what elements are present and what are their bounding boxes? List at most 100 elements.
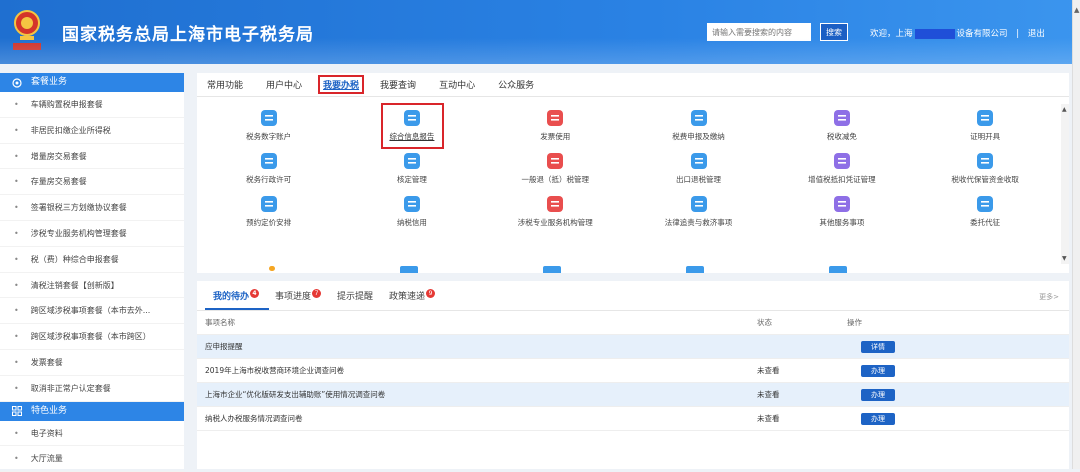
service-item[interactable]: 证明开具 [913, 104, 1056, 147]
sidebar-item[interactable]: 取消非正常户认定套餐 [0, 376, 184, 402]
service-item[interactable]: 发票使用 [484, 104, 627, 147]
tab-reminders[interactable]: 提示提醒 [337, 283, 373, 308]
service-item[interactable]: 税收减免 [770, 104, 913, 147]
item-name: 2019年上海市税收营商环境企业调查问卷 [205, 366, 345, 375]
handle-button[interactable]: 办理 [861, 364, 895, 377]
grid-icon [12, 406, 22, 417]
export-refund-icon [690, 153, 707, 169]
service-label: 税收代保管资金收取 [951, 175, 1019, 184]
tab-policy[interactable]: 政策速递 9 [389, 283, 436, 308]
tab-handle-tax[interactable]: 我要办税 [318, 75, 365, 94]
service-label: 纳税信用 [396, 218, 427, 227]
company-suffix: 设备有限公司 [956, 29, 1008, 39]
sidebar-item[interactable]: 电子资料 [0, 421, 184, 447]
tab-user-center[interactable]: 用户中心 [264, 76, 304, 93]
service-item[interactable]: 预约定价安排 [197, 190, 340, 233]
sidebar-item[interactable]: 车辆购置税申报套餐 [0, 92, 184, 118]
policy-count-badge: 9 [426, 289, 436, 298]
sidebar-item[interactable]: 签署银税三方划缴协议套餐 [0, 195, 184, 221]
service-label: 法律追责与救济事项 [664, 218, 733, 227]
sidebar-section-package[interactable]: 套餐业务 [0, 73, 184, 92]
app-header: 国家税务总局上海市电子税务局 搜索 欢迎，上海 设备有限公司 | 退出 [0, 0, 1080, 64]
column-header-action: 操作 [847, 318, 862, 327]
entrust-icon [977, 196, 994, 212]
service-item[interactable]: 委托代征 [913, 190, 1056, 233]
sidebar-section-label: 特色业务 [31, 405, 68, 416]
tab-label: 政策速递 [389, 292, 426, 302]
more-link[interactable]: 更多> [1039, 292, 1059, 302]
service-item[interactable]: 纳税信用 [340, 190, 483, 233]
top-tabs: 常用功能 用户中心 我要办税 我要查询 互动中心 公众服务 [197, 73, 1069, 97]
sidebar-item[interactable]: 税（费）种综合申报套餐 [0, 247, 184, 273]
service-panel: 常用功能 用户中心 我要办税 我要查询 互动中心 公众服务 税务数字账户 综合信息… [197, 73, 1069, 273]
sidebar-item[interactable]: 清税注销套餐【创新版】 [0, 273, 184, 299]
table-row: 2019年上海市税收营商环境企业调查问卷 未查看 办理 [197, 359, 1069, 383]
search-input[interactable] [707, 23, 811, 41]
column-header-status: 状态 [757, 318, 772, 327]
handle-button[interactable]: 办理 [861, 388, 895, 401]
declare-icon [690, 110, 707, 126]
service-item[interactable]: 出口退税管理 [627, 147, 770, 190]
vat-deduct-icon [833, 153, 850, 169]
search-button[interactable]: 搜索 [820, 23, 848, 41]
custody-icon [977, 153, 994, 169]
legal-icon [690, 196, 707, 212]
service-item[interactable]: 税务行政许可 [197, 147, 340, 190]
service-item[interactable]: 增值税抵扣凭证管理 [770, 147, 913, 190]
service-item[interactable]: 其他服务事项 [770, 190, 913, 233]
account-icon [260, 110, 277, 126]
item-name: 纳税人办税服务情况调查问卷 [205, 414, 303, 423]
scroll-up-icon[interactable]: ▲ [1074, 6, 1079, 14]
pricing-icon [260, 196, 277, 212]
service-label: 涉税专业服务机构管理 [517, 218, 593, 227]
tab-my-todo[interactable]: 我的待办 4 [204, 283, 270, 310]
invoice-icon [547, 110, 564, 126]
detail-button[interactable]: 详情 [861, 340, 895, 353]
service-scrollbar[interactable]: ▲ ▼ [1061, 104, 1069, 264]
refund-icon [547, 153, 564, 169]
scroll-down-icon[interactable]: ▼ [1062, 255, 1067, 262]
sidebar-section-featured[interactable]: 特色业务 [0, 401, 184, 421]
sidebar-item[interactable]: 增量房交易套餐 [0, 144, 184, 170]
highlight-box [381, 103, 444, 149]
tab-public-service[interactable]: 公众服务 [496, 76, 536, 93]
sidebar-item[interactable]: 发票套餐 [0, 350, 184, 376]
logout-link[interactable]: 退出 [1028, 29, 1045, 39]
service-label: 税费申报及缴纳 [672, 132, 725, 141]
service-item[interactable]: 税收代保管资金收取 [913, 147, 1056, 190]
todo-tabs: 我的待办 4 事项进度 7 提示提醒 政策速递 9 更多> [197, 281, 1069, 311]
tab-query[interactable]: 我要查询 [378, 76, 418, 93]
scroll-up-icon[interactable]: ▲ [1062, 106, 1067, 113]
handle-button[interactable]: 办理 [861, 412, 895, 425]
service-label: 税务数字账户 [246, 132, 292, 141]
sidebar-item[interactable]: 跨区域涉税事项套餐（本市跨区） [0, 324, 184, 350]
column-header-name: 事项名称 [205, 318, 235, 327]
service-item[interactable]: 税费申报及缴纳 [627, 104, 770, 147]
service-label: 一般退（抵）税管理 [521, 175, 589, 184]
tax-emblem-logo [13, 10, 41, 50]
tab-progress[interactable]: 事项进度 7 [275, 283, 322, 308]
service-item[interactable]: 税务数字账户 [197, 104, 340, 147]
todo-panel: 我的待办 4 事项进度 7 提示提醒 政策速递 9 更多> 事项名称 状态 操作 应申… [197, 281, 1069, 469]
tab-interaction[interactable]: 互动中心 [437, 76, 477, 93]
other-service-icon [833, 196, 850, 212]
service-item[interactable]: 一般退（抵）税管理 [484, 147, 627, 190]
service-label: 发票使用 [540, 132, 571, 141]
service-label: 委托代征 [970, 218, 1001, 227]
sidebar-item[interactable]: 非居民扣缴企业所得税 [0, 118, 184, 144]
sidebar-item[interactable]: 存量房交易套餐 [0, 169, 184, 196]
service-item[interactable]: 涉税专业服务机构管理 [484, 190, 627, 233]
table-row: 纳税人办税服务情况调查问卷 未查看 办理 [197, 407, 1069, 431]
sidebar-item[interactable]: 涉税专业服务机构管理套餐 [0, 221, 184, 247]
item-status: 未查看 [757, 414, 780, 423]
page-scrollbar[interactable]: ▲ [1072, 0, 1080, 469]
sidebar-item[interactable]: 大厅流量 [0, 446, 184, 472]
service-item[interactable]: 法律追责与救济事项 [627, 190, 770, 233]
site-title: 国家税务总局上海市电子税务局 [62, 25, 314, 45]
table-row: 应申报提醒 详情 [197, 335, 1069, 359]
sidebar-item[interactable]: 跨区域涉税事项套餐（本市去外... [0, 298, 184, 325]
service-item[interactable]: 核定管理 [340, 147, 483, 190]
tab-label: 事项进度 [275, 292, 312, 302]
tab-common[interactable]: 常用功能 [205, 76, 245, 93]
credit-icon [403, 196, 420, 212]
